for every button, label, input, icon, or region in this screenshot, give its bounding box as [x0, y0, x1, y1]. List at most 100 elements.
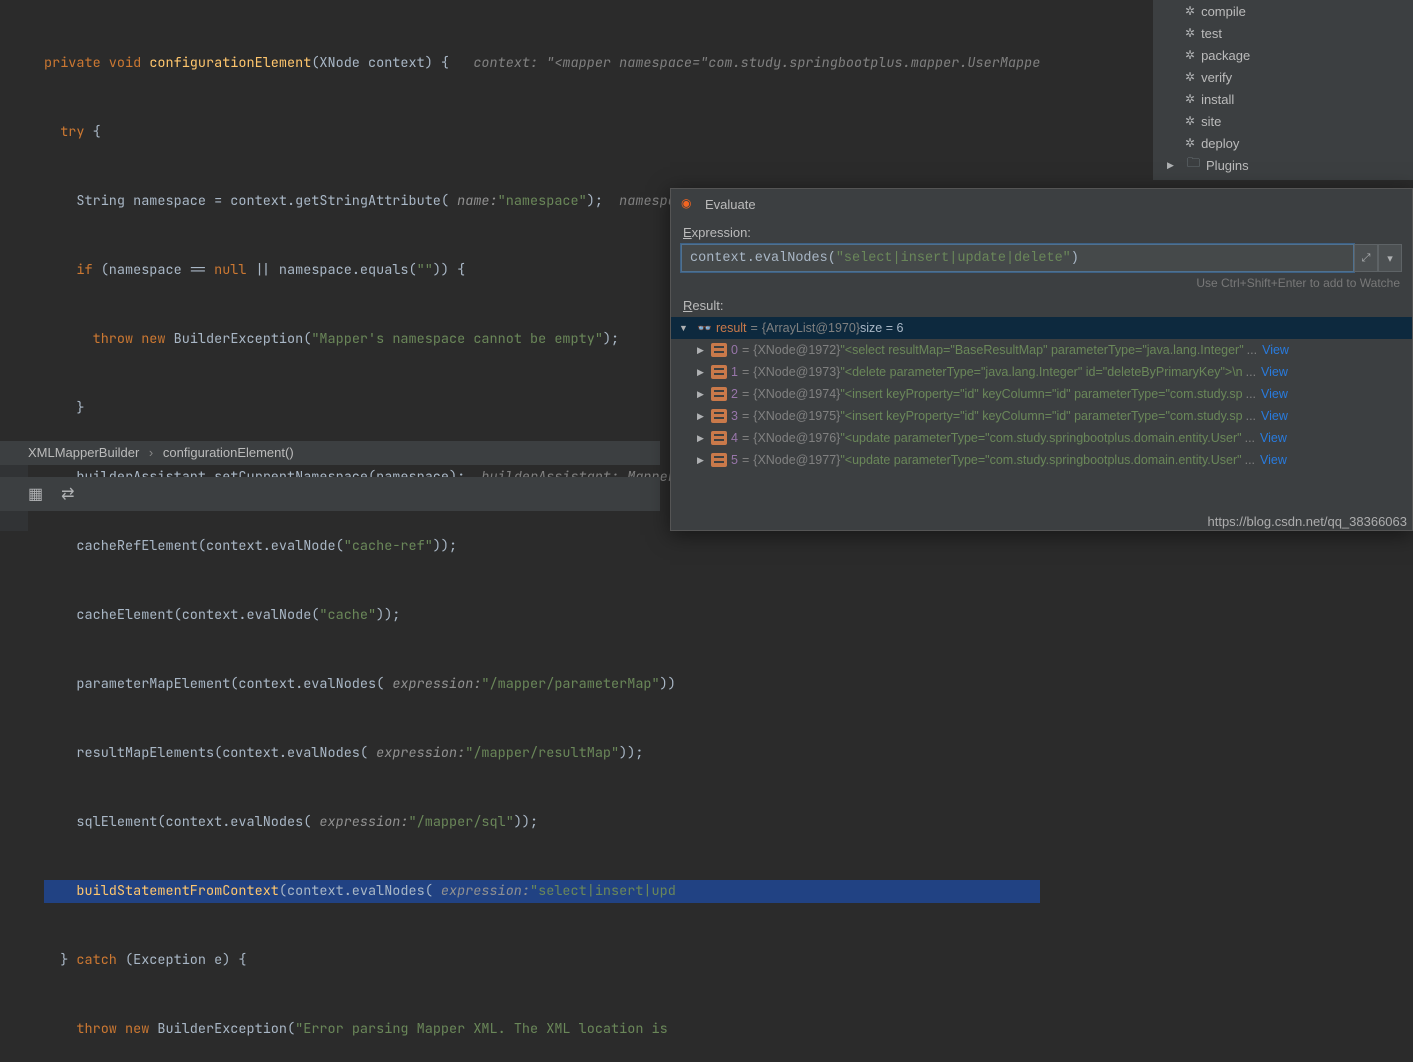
- ellipsis: ...: [1247, 343, 1257, 357]
- node-icon: [711, 387, 727, 401]
- string-literal: "select|insert|upd: [530, 882, 676, 900]
- node-icon: [711, 409, 727, 423]
- param-hint: expression:: [433, 882, 530, 900]
- result-item[interactable]: ▶3 = {XNode@1975} "<insert keyProperty="…: [671, 405, 1412, 427]
- obj-ref: {XNode@1977}: [753, 453, 840, 467]
- code-text: sqlElement(context.evalNodes(: [76, 813, 311, 831]
- node-icon: [711, 365, 727, 379]
- tree-label: site: [1201, 114, 1221, 129]
- gear-icon: ✲: [1185, 136, 1195, 150]
- keyword: private void: [44, 54, 141, 72]
- view-link[interactable]: View: [1261, 409, 1288, 423]
- flow-icon[interactable]: ⇄: [61, 484, 74, 504]
- code-text: (context.evalNodes(: [279, 882, 433, 900]
- value-string: "<update parameterType="com.study.spring…: [840, 453, 1241, 467]
- keyword: try: [60, 123, 84, 141]
- equals: =: [751, 321, 758, 335]
- maven-goal-compile[interactable]: ✲compile: [1153, 0, 1413, 22]
- shortcut-hint: Use Ctrl+Shift+Enter to add to Watche: [671, 272, 1412, 292]
- view-link[interactable]: View: [1260, 453, 1287, 467]
- breadcrumb[interactable]: XMLMapperBuilder › configurationElement(…: [0, 441, 660, 465]
- inline-hint: context: "<mapper namespace="com.study.s…: [473, 54, 1040, 72]
- chevron-down-icon[interactable]: ▼: [679, 323, 693, 333]
- evaluate-dialog[interactable]: ◉ Evaluate EExpression:xpression: contex…: [670, 188, 1413, 531]
- code-text: );: [603, 330, 619, 348]
- value-string: "<select resultMap="BaseResultMap" param…: [840, 343, 1243, 357]
- result-item[interactable]: ▶ 4 = {XNode@1976} "<update parameterType…: [671, 427, 1412, 449]
- code-text: resultMapElements(context.evalNodes(: [76, 744, 368, 762]
- obj-ref: {XNode@1975}: [753, 409, 840, 423]
- debug-toolbar: ▦ ⇄: [0, 477, 660, 511]
- breadcrumb-separator: ›: [149, 445, 153, 460]
- expr-string: "select|insert|update|delete": [836, 251, 1071, 266]
- keyword: throw new: [93, 330, 166, 348]
- table-icon[interactable]: ▦: [28, 484, 43, 504]
- result-root[interactable]: ▼ 👓 result = {ArrayList@1970} size = 6: [671, 317, 1412, 339]
- watermark: https://blog.csdn.net/qq_38366063: [1208, 514, 1408, 529]
- value-string: "<delete parameterType="java.lang.Intege…: [840, 365, 1242, 379]
- breadcrumb-method[interactable]: configurationElement(): [163, 445, 294, 460]
- code-text: ));: [619, 744, 643, 762]
- view-link[interactable]: View: [1260, 431, 1287, 445]
- expand-button[interactable]: ⤢: [1354, 244, 1378, 272]
- view-link[interactable]: View: [1261, 387, 1288, 401]
- chevron-right-icon[interactable]: ▶: [697, 345, 711, 356]
- ellipsis: ...: [1245, 431, 1255, 445]
- equals: =: [742, 365, 749, 379]
- maven-goal-site[interactable]: ✲site: [1153, 110, 1413, 132]
- result-item[interactable]: ▶0 = {XNode@1972} "<select resultMap="Ba…: [671, 339, 1412, 361]
- param-hint: expression:: [311, 813, 408, 831]
- obj-ref: {XNode@1976}: [753, 431, 840, 445]
- result-item[interactable]: ▶1 = {XNode@1973} "<delete parameterType…: [671, 361, 1412, 383]
- chevron-right-icon: ▶: [1167, 160, 1181, 171]
- maven-goal-verify[interactable]: ✲verify: [1153, 66, 1413, 88]
- chevron-right-icon[interactable]: ▶: [697, 455, 711, 466]
- expr-code: context.evalNodes(: [690, 251, 836, 266]
- maven-goal-deploy[interactable]: ✲deploy: [1153, 132, 1413, 154]
- chevron-right-icon[interactable]: ▶: [697, 367, 711, 378]
- dialog-title-bar[interactable]: ◉ Evaluate: [671, 189, 1412, 219]
- result-item[interactable]: ▶5 = {XNode@1977} "<update parameterType…: [671, 449, 1412, 471]
- history-dropdown[interactable]: ▾: [1378, 244, 1402, 272]
- value-string: "<update parameterType="com.study.spring…: [840, 431, 1241, 445]
- brace: }: [76, 399, 84, 417]
- chevron-right-icon[interactable]: ▶: [697, 433, 711, 444]
- maven-goal-package[interactable]: ✲package: [1153, 44, 1413, 66]
- string-literal: "cache": [319, 606, 376, 624]
- result-item[interactable]: ▶2 = {XNode@1974} "<insert keyProperty="…: [671, 383, 1412, 405]
- view-link[interactable]: View: [1262, 343, 1289, 357]
- equals: =: [742, 409, 749, 423]
- tree-label: package: [1201, 48, 1250, 63]
- chevron-right-icon[interactable]: ▶: [697, 389, 711, 400]
- param-hint: name:: [449, 192, 498, 210]
- expression-input[interactable]: context.evalNodes("select|insert|update|…: [681, 244, 1354, 272]
- ellipsis: ...: [1246, 387, 1256, 401]
- maven-goal-install[interactable]: ✲install: [1153, 88, 1413, 110]
- chevron-right-icon[interactable]: ▶: [697, 411, 711, 422]
- index: 4: [731, 431, 738, 445]
- index: 5: [731, 453, 738, 467]
- string-literal: "namespace": [498, 192, 587, 210]
- gear-icon: ✲: [1185, 4, 1195, 18]
- breadcrumb-class[interactable]: XMLMapperBuilder: [28, 445, 139, 460]
- code-text: ));: [433, 537, 457, 555]
- maven-plugins-node[interactable]: ▶🗀Plugins: [1153, 154, 1413, 176]
- string-literal: "cache-ref": [344, 537, 433, 555]
- equals: =: [742, 431, 749, 445]
- maven-goal-test[interactable]: ✲test: [1153, 22, 1413, 44]
- string-literal: "/mapper/parameterMap": [481, 675, 659, 693]
- value-string: "<insert keyProperty="id" keyColumn="id"…: [840, 409, 1242, 423]
- var-name: result: [716, 321, 747, 335]
- index: 0: [731, 343, 738, 357]
- dialog-title: Evaluate: [705, 197, 756, 212]
- folder-icon: 🗀: [1187, 154, 1200, 176]
- equals: =: [742, 343, 749, 357]
- maven-tool-window[interactable]: ✲compile ✲test ✲package ✲verify ✲install…: [1153, 0, 1413, 180]
- code-text: ));: [376, 606, 400, 624]
- tree-label: install: [1201, 92, 1234, 107]
- ellipsis: ...: [1245, 453, 1255, 467]
- result-tree[interactable]: ▼ 👓 result = {ArrayList@1970} size = 6 ▶…: [671, 317, 1412, 497]
- view-link[interactable]: View: [1261, 365, 1288, 379]
- ellipsis: ...: [1246, 365, 1256, 379]
- keyword: throw new: [76, 1020, 149, 1038]
